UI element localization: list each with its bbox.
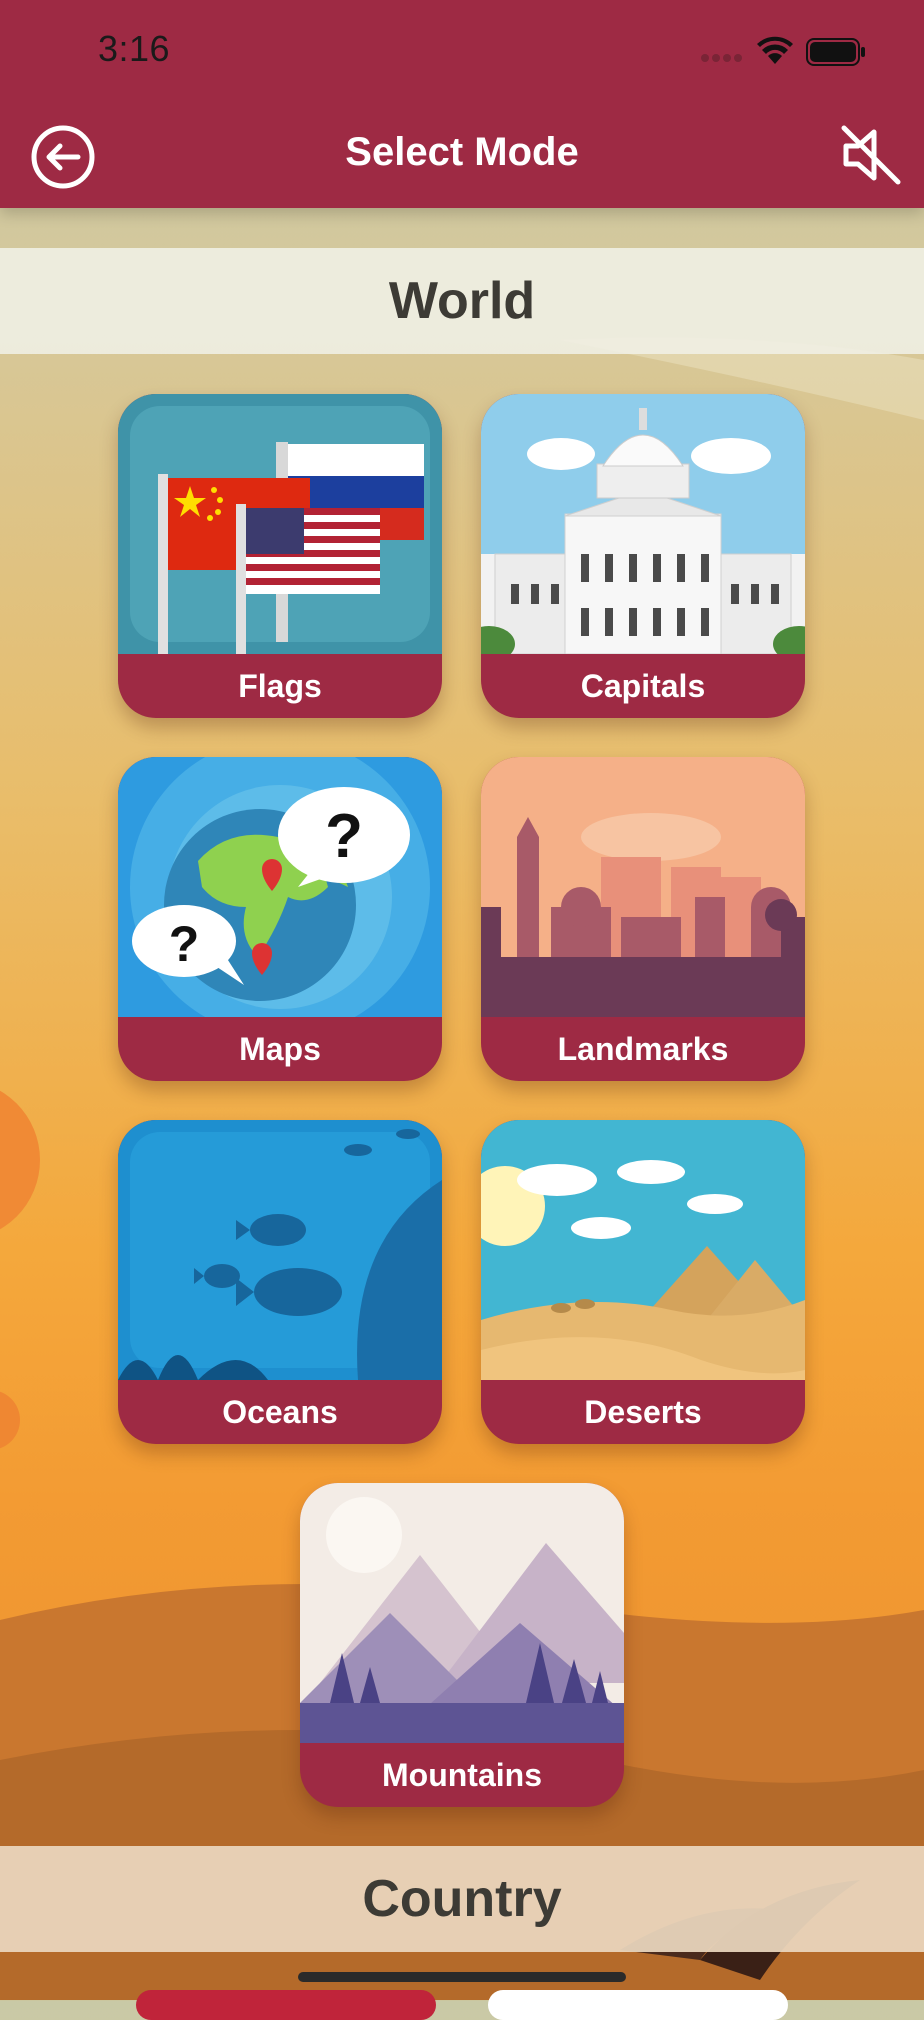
city-skyline-image xyxy=(481,757,805,1017)
section-header-country: Country xyxy=(0,1846,924,1952)
flags-image xyxy=(118,394,442,654)
svg-text:?: ? xyxy=(325,802,363,871)
capitol-building-image xyxy=(481,394,805,654)
section-title-country: Country xyxy=(362,1870,562,1928)
mode-card-capitals[interactable]: Capitals xyxy=(481,394,805,718)
mute-button[interactable] xyxy=(838,122,904,188)
mode-card-oceans[interactable]: Oceans xyxy=(118,1120,442,1444)
section-title-world: World xyxy=(388,272,536,330)
mode-card-partial[interactable] xyxy=(488,1990,788,2020)
status-time: 3:16 xyxy=(98,28,171,69)
underwater-fish-image xyxy=(118,1120,442,1380)
mode-card-flags[interactable]: Flags xyxy=(118,394,442,718)
mode-card-label: Capitals xyxy=(580,667,706,704)
wifi-icon xyxy=(757,36,793,64)
cellular-signal-icon xyxy=(701,54,742,62)
mode-card-label: Maps xyxy=(239,1030,321,1067)
section-header-world: World xyxy=(0,248,924,354)
mode-card-label: Oceans xyxy=(222,1393,338,1430)
home-indicator xyxy=(298,1972,626,1982)
page-title: Select Mode xyxy=(345,130,579,174)
mode-card-maps[interactable]: ? ? Maps xyxy=(118,757,442,1081)
mode-card-label: Flags xyxy=(238,667,322,704)
mode-card-label: Mountains xyxy=(382,1756,542,1793)
mode-card-label: Deserts xyxy=(584,1393,702,1430)
mode-card-deserts[interactable]: Deserts xyxy=(481,1120,805,1444)
globe-question-image: ? ? xyxy=(118,757,442,1017)
mountains-image xyxy=(300,1483,624,1743)
mode-card-partial[interactable] xyxy=(136,1990,436,2020)
battery-icon xyxy=(806,38,865,66)
pyramids-desert-image xyxy=(481,1120,805,1380)
mode-card-label: Landmarks xyxy=(557,1030,729,1067)
mode-card-mountains[interactable]: Mountains xyxy=(300,1483,624,1807)
mode-card-landmarks[interactable]: Landmarks xyxy=(481,757,805,1081)
navigation-bar: 3:16 Select Mode xyxy=(0,0,924,208)
svg-text:?: ? xyxy=(169,916,200,972)
